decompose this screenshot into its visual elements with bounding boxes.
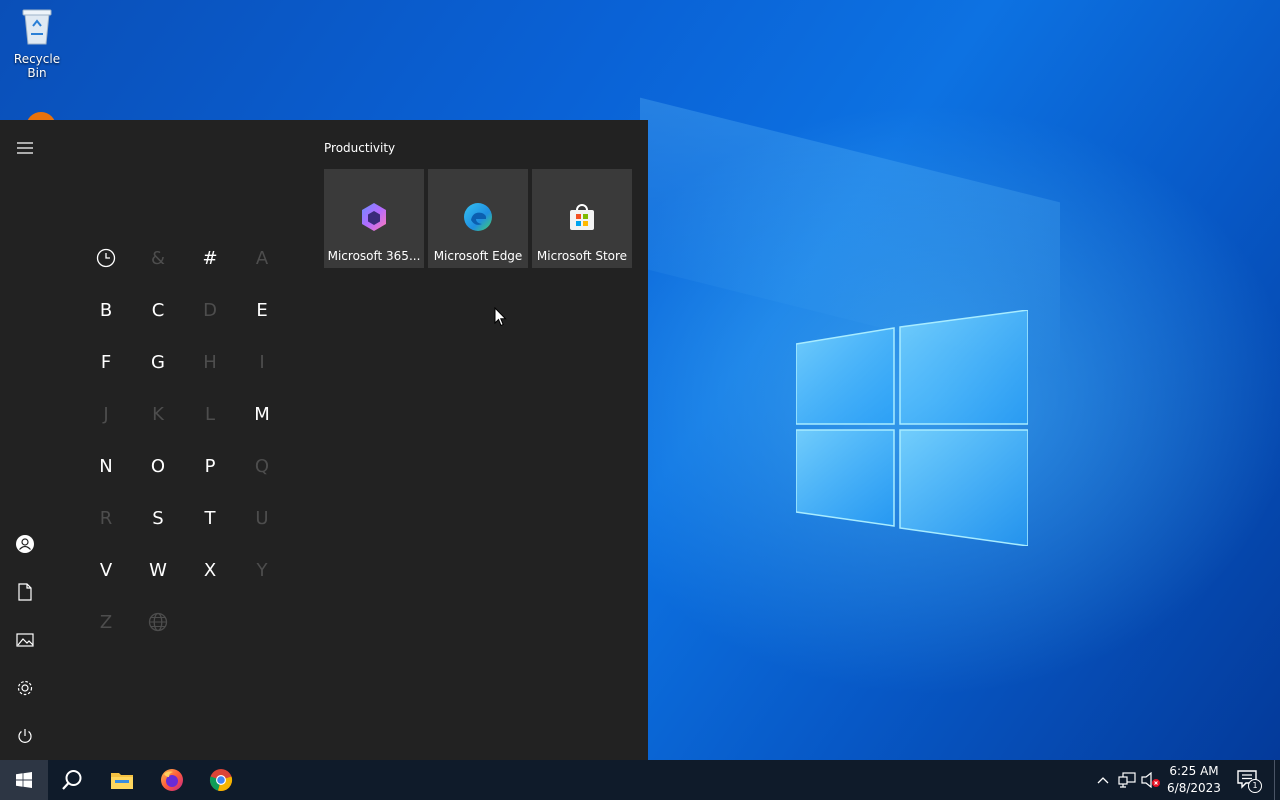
jump-letter[interactable]: E: [236, 284, 288, 336]
jump-letter: R: [99, 507, 113, 529]
jump-letter: Y: [256, 559, 268, 581]
tile-label: Microsoft Store: [536, 249, 628, 263]
volume-muted-icon[interactable]: [1141, 770, 1161, 790]
jump-letter: H: [203, 351, 217, 373]
recycle-bin-icon: [22, 9, 52, 45]
network-icon[interactable]: [1117, 770, 1137, 790]
search-icon: [62, 770, 82, 790]
hamburger-menu-icon[interactable]: [13, 136, 37, 160]
settings-icon[interactable]: [13, 676, 37, 700]
pictures-icon[interactable]: [13, 628, 37, 652]
taskbar-file-explorer[interactable]: [102, 760, 142, 800]
jump-letter[interactable]: X: [184, 544, 236, 596]
jump-letter: I: [259, 351, 265, 373]
file-explorer-icon: [111, 773, 133, 789]
jump-letter: A: [255, 247, 269, 269]
tile-group-title: Productivity: [324, 141, 396, 155]
jump-recent-clock-icon[interactable]: [80, 232, 132, 284]
tile-microsoft-365[interactable]: Microsoft 365...: [324, 169, 424, 268]
search-button[interactable]: [52, 760, 92, 800]
mouse-cursor-icon: [494, 307, 507, 327]
desktop-icon-label: Recycle Bin: [13, 52, 61, 80]
jump-letter[interactable]: W: [132, 544, 184, 596]
clock-time: 6:25 AM: [1169, 764, 1219, 778]
notification-count-badge: 1: [1248, 779, 1262, 793]
jump-letter: Z: [99, 611, 113, 633]
jump-letter: U: [255, 507, 269, 529]
start-menu: & # A B C D E F G H I J K L M N O P Q R S T U V W X Y Z Productivit…: [0, 120, 648, 760]
jump-letter[interactable]: #: [184, 232, 236, 284]
taskbar: 6:25 AM 6/8/2023 1: [0, 760, 1280, 800]
taskbar-firefox[interactable]: [152, 760, 192, 800]
jump-letter[interactable]: M: [236, 388, 288, 440]
jump-letter: K: [152, 403, 164, 425]
jump-letter[interactable]: O: [132, 440, 184, 492]
jump-letter: &: [150, 247, 166, 269]
store-icon: [570, 204, 594, 230]
edge-icon: [464, 203, 492, 231]
jump-letter[interactable]: N: [80, 440, 132, 492]
windows-logo-wallpaper: [796, 310, 1028, 546]
power-icon[interactable]: [13, 724, 37, 748]
tile-microsoft-store[interactable]: Microsoft Store: [532, 169, 632, 268]
microsoft-365-icon: [362, 203, 386, 231]
taskbar-chrome[interactable]: [201, 760, 241, 800]
firefox-icon: [161, 769, 183, 791]
documents-icon[interactable]: [13, 580, 37, 604]
clock-date: 6/8/2023: [1167, 781, 1221, 795]
jump-letter: J: [103, 403, 109, 425]
jump-letter[interactable]: F: [80, 336, 132, 388]
action-center-button[interactable]: 1: [1236, 768, 1262, 793]
jump-letter[interactable]: S: [132, 492, 184, 544]
jump-letter: D: [203, 299, 217, 321]
chevron-up-icon[interactable]: [1093, 770, 1113, 790]
jump-globe-icon: [132, 596, 184, 648]
jump-letter: L: [204, 403, 216, 425]
tile-label: Microsoft Edge: [433, 249, 523, 263]
jump-letter[interactable]: V: [80, 544, 132, 596]
jump-letter[interactable]: T: [184, 492, 236, 544]
jump-letter[interactable]: P: [184, 440, 236, 492]
tile-microsoft-edge[interactable]: Microsoft Edge: [428, 169, 528, 268]
chrome-icon: [209, 769, 233, 792]
jump-letter[interactable]: G: [132, 336, 184, 388]
tile-label: Microsoft 365...: [327, 249, 421, 263]
jump-letter[interactable]: B: [80, 284, 132, 336]
start-rail: [0, 120, 50, 760]
desktop-icon-recycle-bin[interactable]: Recycle Bin: [4, 6, 70, 80]
show-desktop-button[interactable]: [1274, 760, 1275, 800]
jump-list-grid: & # A B C D E F G H I J K L M N O P Q R S T U V W X Y Z: [80, 232, 288, 648]
start-icon: [16, 772, 32, 788]
jump-letter: Q: [254, 455, 270, 477]
start-button[interactable]: [0, 760, 48, 800]
user-icon[interactable]: [13, 532, 37, 556]
jump-letter[interactable]: C: [132, 284, 184, 336]
system-clock[interactable]: 6:25 AM 6/8/2023: [1160, 763, 1228, 797]
